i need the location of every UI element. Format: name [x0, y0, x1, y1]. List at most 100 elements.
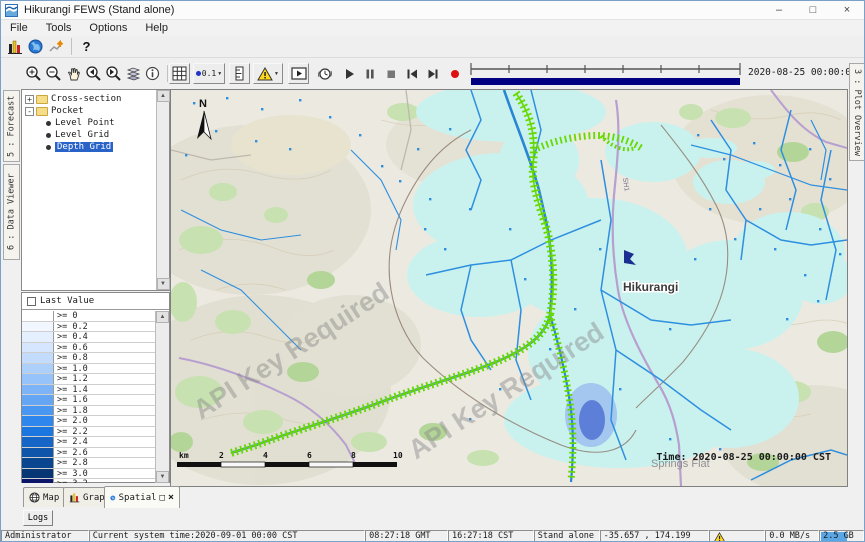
tree-node-label[interactable]: Cross-section	[51, 94, 121, 104]
legend-row: >= 2.2	[22, 427, 156, 438]
map-canvas[interactable]: API Key Required API Key Required Hikura…	[171, 90, 847, 486]
tree-node-label[interactable]: Pocket	[51, 106, 84, 116]
legend-swatch	[22, 406, 54, 416]
database-display-button[interactable]	[4, 36, 25, 57]
export-animation-button[interactable]	[288, 63, 309, 84]
legend-scrollbar[interactable]: ▲ ▼	[155, 311, 169, 483]
tab-spatial[interactable]: Spatial □ ×	[104, 486, 180, 508]
zoom-previous-button[interactable]	[83, 63, 104, 84]
menu-options[interactable]: Options	[80, 22, 136, 34]
legend-swatch	[22, 427, 54, 437]
legend-row: >= 0.8	[22, 353, 156, 364]
grid-icon	[172, 66, 187, 81]
pan-button[interactable]	[63, 63, 84, 84]
pause-button[interactable]	[359, 63, 380, 84]
skip-end-button[interactable]	[422, 63, 443, 84]
tree-expand-icon[interactable]: +	[25, 95, 34, 104]
info-button[interactable]	[142, 63, 163, 84]
warning-icon	[713, 532, 726, 542]
timeseries-display-button[interactable]	[46, 36, 67, 57]
tab-map-label: Map	[43, 493, 59, 503]
scroll-up-icon[interactable]: ▲	[156, 311, 169, 323]
close-panel-icon[interactable]: ×	[168, 492, 174, 503]
map-time-label: Time: 2020-08-25 00:00:00 CST	[656, 451, 831, 463]
layers-button[interactable]	[123, 63, 144, 84]
grid-display-button[interactable]	[169, 63, 190, 84]
map-viewport[interactable]: API Key Required API Key Required Hikura…	[170, 89, 848, 487]
tree-scrollbar[interactable]: ▲ ▼	[156, 90, 169, 290]
status-memory: 2.5 GB	[819, 530, 864, 542]
tree-node-pocket[interactable]: - Pocket	[22, 105, 169, 117]
pan-hand-icon	[66, 66, 82, 82]
layers-icon	[125, 66, 142, 81]
info-icon	[145, 66, 160, 81]
tab-map[interactable]: Map	[23, 487, 65, 507]
tab-forecast[interactable]: 5 : Forecast	[3, 90, 20, 162]
last-value-checkbox[interactable]	[27, 297, 36, 306]
zoom-out-button[interactable]	[43, 63, 64, 84]
tree-node-depth-grid[interactable]: Depth Grid	[22, 141, 169, 153]
minimize-button[interactable]: –	[762, 1, 796, 20]
scroll-up-icon[interactable]: ▲	[157, 90, 170, 102]
chart-arrow-icon	[49, 39, 65, 55]
bar-chart-icon	[7, 39, 23, 55]
record-button[interactable]	[444, 63, 465, 84]
maximize-button[interactable]: □	[796, 1, 830, 20]
tree-node-label[interactable]: Level Point	[55, 118, 115, 128]
help-button[interactable]: ?	[76, 36, 97, 57]
chevron-down-icon: ▼	[274, 71, 279, 77]
legend-swatch	[22, 469, 54, 479]
spatial-display-button[interactable]	[25, 36, 46, 57]
timeline-range-bar	[471, 78, 740, 85]
tab-spatial-label: Spatial	[119, 493, 157, 503]
animation-settings-button[interactable]	[314, 63, 335, 84]
zoom-in-button[interactable]	[23, 63, 44, 84]
point-size-dropdown[interactable]: 0.1 ▼	[193, 63, 225, 84]
main-toolbar: ?	[1, 36, 864, 57]
legend-swatch	[22, 322, 54, 332]
chevron-down-icon: ▼	[217, 71, 222, 77]
legend-swatch	[22, 353, 54, 363]
play-button[interactable]	[338, 63, 359, 84]
scroll-down-icon[interactable]: ▼	[157, 278, 170, 290]
toolbar-separator	[167, 65, 168, 82]
pause-icon	[363, 67, 377, 81]
scroll-down-icon[interactable]: ▼	[156, 471, 169, 483]
legend-swatch	[22, 416, 54, 426]
zoom-next-button[interactable]	[103, 63, 124, 84]
legend-swatch	[22, 479, 54, 483]
timeline-slider[interactable]	[468, 61, 744, 88]
stop-button[interactable]	[380, 63, 401, 84]
status-warning-cell[interactable]	[709, 530, 765, 542]
close-button[interactable]: ×	[830, 1, 864, 20]
ruler-icon	[233, 66, 246, 81]
map-toolbar: 0.1 ▼ ▼ 2020-08-25 00:00:00 CST	[1, 57, 864, 89]
logs-button[interactable]: Logs	[23, 510, 53, 526]
globe-icon	[28, 39, 43, 54]
tab-data-viewer[interactable]: 6 : Data Viewer	[3, 164, 20, 260]
menu-file[interactable]: File	[1, 22, 37, 34]
scale-tick: 10	[393, 451, 403, 460]
skip-start-button[interactable]	[401, 63, 422, 84]
tab-plot-overview[interactable]: 3 : Plot Overview	[849, 63, 865, 161]
menu-help[interactable]: Help	[136, 22, 177, 34]
menu-tools[interactable]: Tools	[37, 22, 81, 34]
tree-node-cross-section[interactable]: + Cross-section	[22, 93, 169, 105]
scale-bar-button[interactable]	[229, 63, 250, 84]
legend-row: >= 2.0	[22, 416, 156, 427]
bar-chart-icon	[69, 492, 80, 503]
warning-dropdown-button[interactable]: ▼	[253, 63, 283, 84]
tree-node-level-point[interactable]: Level Point	[22, 117, 169, 129]
legend-swatch	[22, 311, 54, 321]
tree-node-label[interactable]: Level Grid	[55, 130, 109, 140]
legend-panel: Last Value >= 0 >= 0.2 >= 0.4 >= 0.6 >= …	[21, 292, 170, 483]
tree-collapse-icon[interactable]: -	[25, 107, 34, 116]
maximize-panel-icon[interactable]: □	[160, 493, 165, 503]
warning-icon	[257, 67, 273, 81]
tree-node-label-selected[interactable]: Depth Grid	[55, 142, 113, 152]
legend-row: >= 0.2	[22, 322, 156, 333]
tree-node-level-grid[interactable]: Level Grid	[22, 129, 169, 141]
status-local-time: 16:27:18 CST	[448, 530, 534, 542]
legend-row: >= 2.4	[22, 437, 156, 448]
play-icon	[342, 67, 356, 81]
